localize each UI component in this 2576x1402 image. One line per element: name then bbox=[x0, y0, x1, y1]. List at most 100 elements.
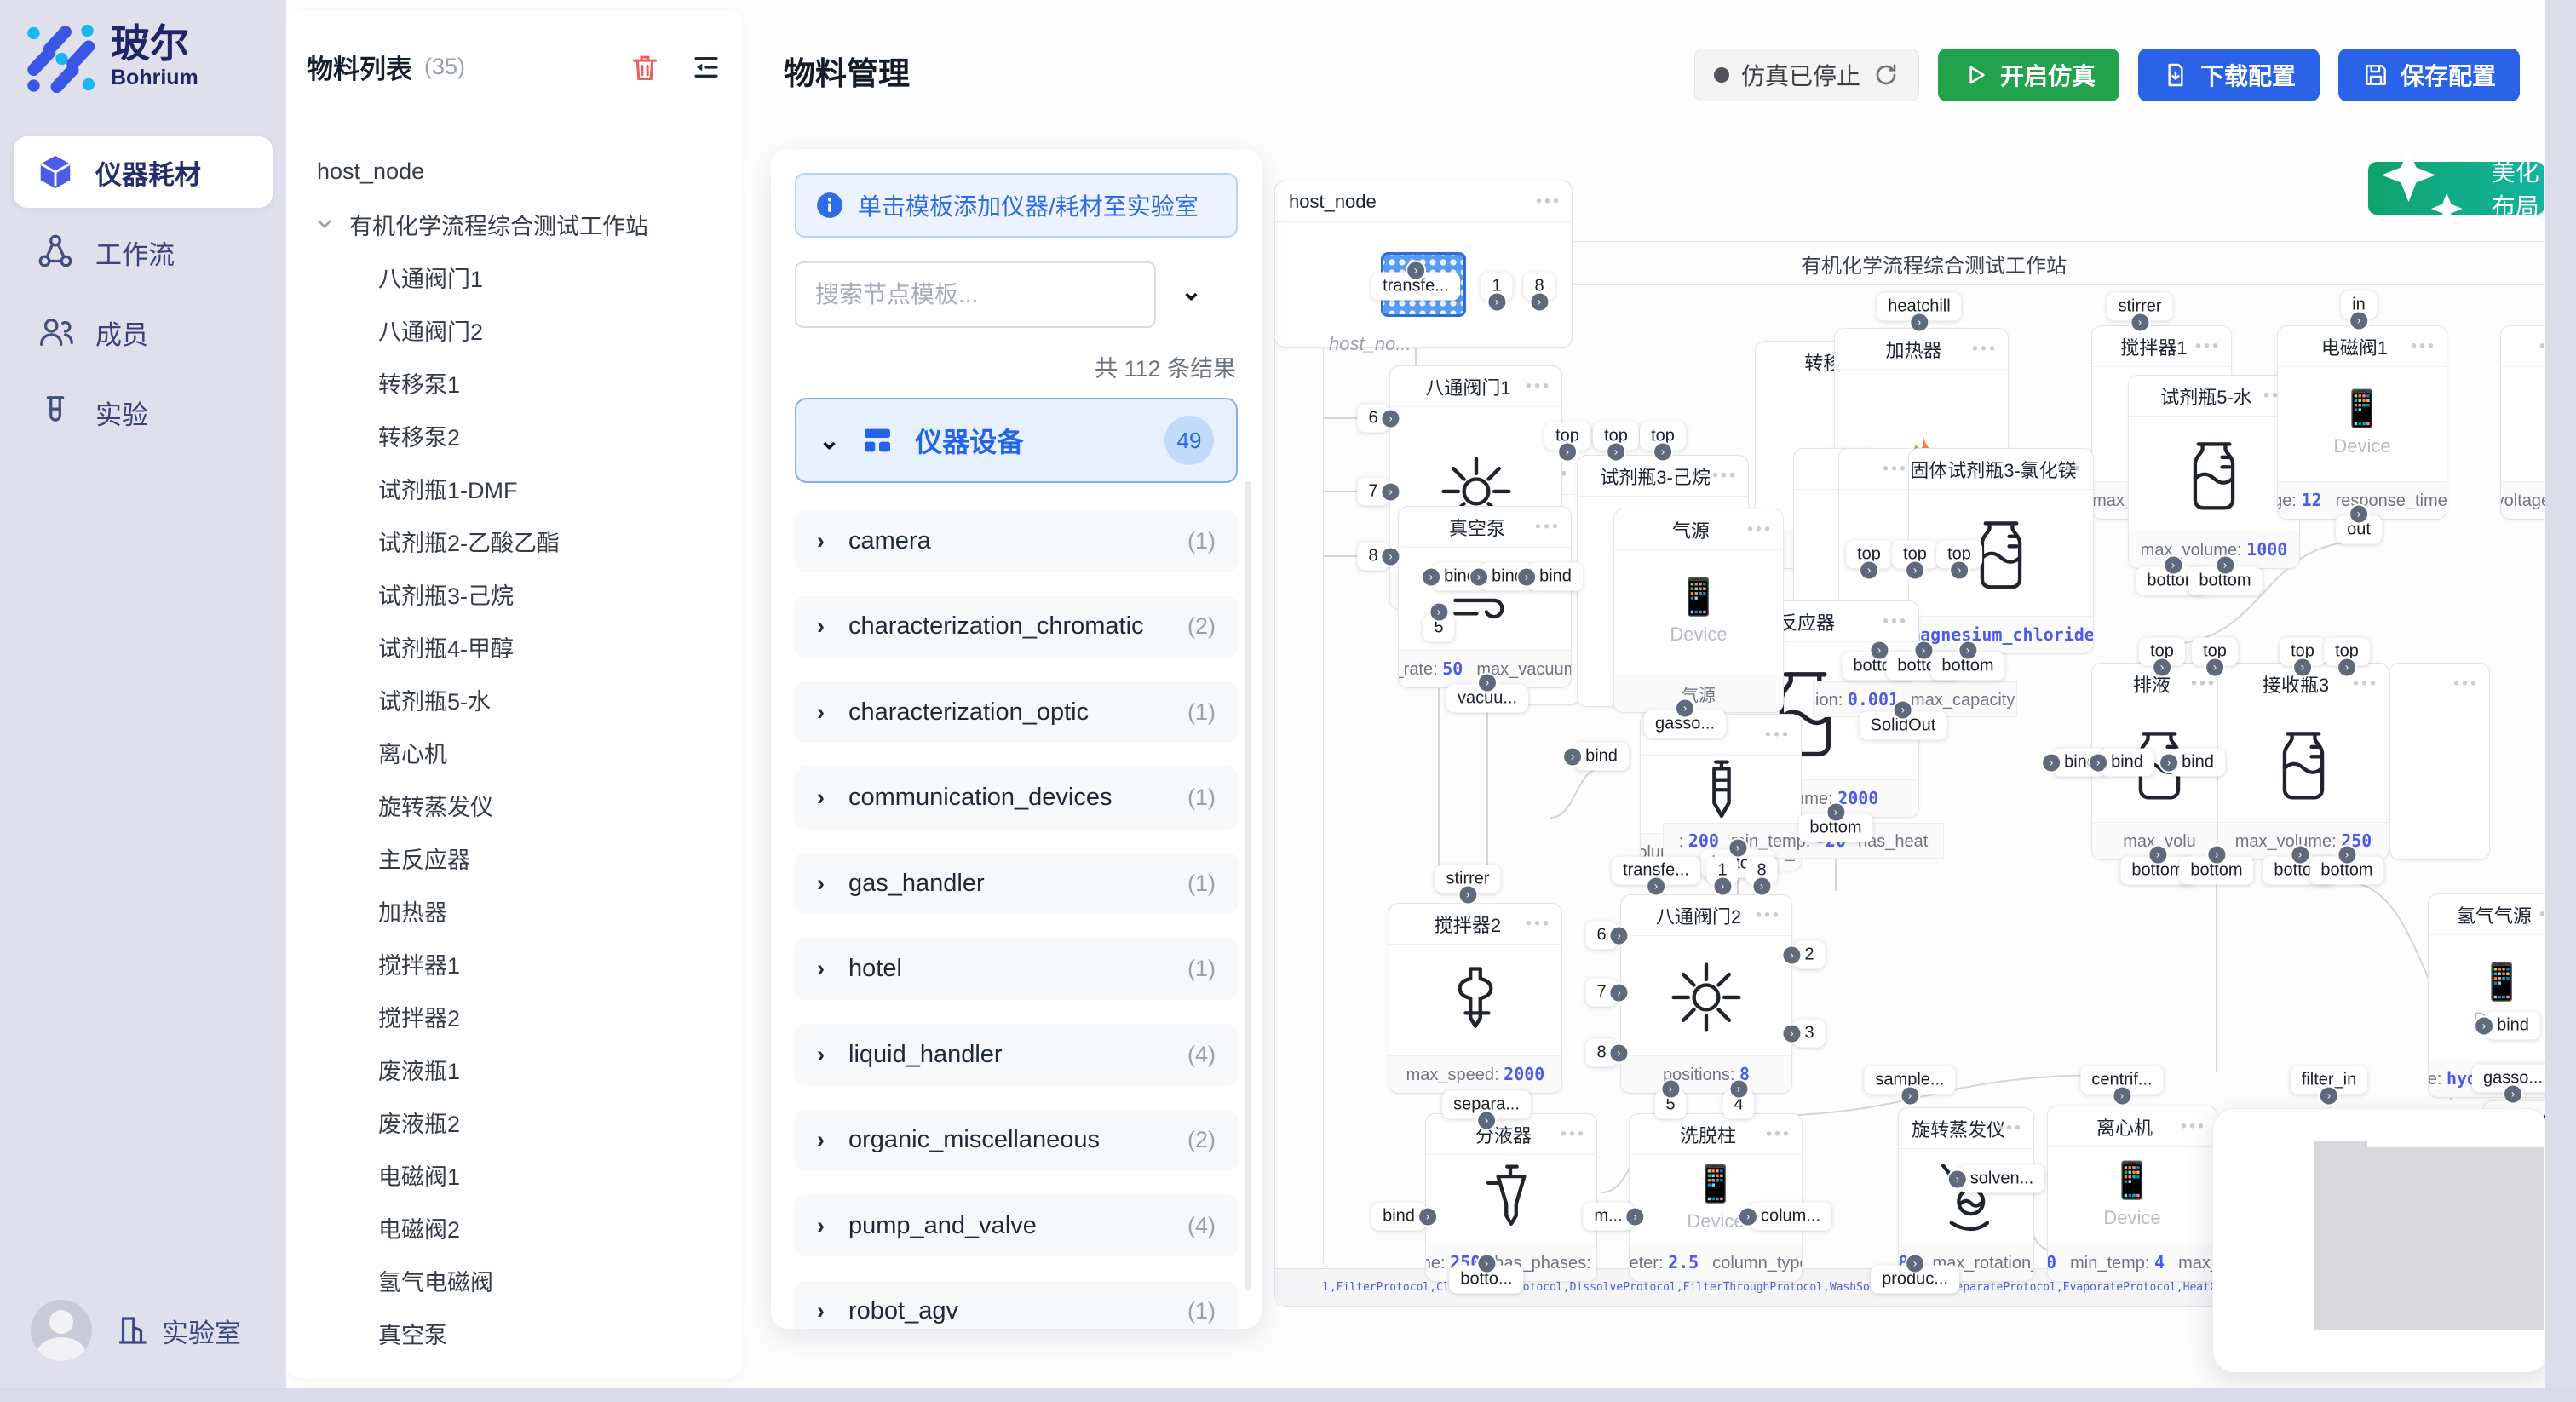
port-dot-icon[interactable]: › bbox=[1459, 887, 1476, 904]
tree-item[interactable]: 搅拌器1 bbox=[307, 937, 734, 990]
node-menu-icon[interactable]: ••• bbox=[1535, 517, 1561, 537]
template-category-camera[interactable]: › camera (1) bbox=[795, 510, 1238, 572]
node-menu-icon[interactable]: ••• bbox=[1747, 520, 1773, 539]
node-menu-icon[interactable]: ••• bbox=[2353, 674, 2378, 693]
tree-item[interactable]: 电磁阀2 bbox=[307, 1201, 734, 1254]
sidebar-item-0[interactable]: 仪器耗材 bbox=[14, 136, 273, 208]
port-dot-icon[interactable]: › bbox=[1430, 604, 1447, 621]
port-label-top[interactable]: top› bbox=[1892, 541, 1938, 569]
port-dot-icon[interactable]: › bbox=[1383, 548, 1400, 565]
port-dot-icon[interactable]: › bbox=[1949, 1170, 1966, 1187]
port-dot-icon[interactable]: › bbox=[1518, 568, 1535, 585]
port-label-bind[interactable]: bind› bbox=[2171, 749, 2225, 777]
tree-item[interactable]: 试剂瓶4-甲醇 bbox=[307, 620, 734, 673]
template-category-liquid_handler[interactable]: › liquid_handler (4) bbox=[795, 1024, 1238, 1085]
port-dot-icon[interactable]: › bbox=[1860, 562, 1877, 579]
port-dot-icon[interactable]: › bbox=[1714, 878, 1731, 895]
minimap[interactable] bbox=[2212, 1108, 2549, 1373]
port-dot-icon[interactable]: › bbox=[2291, 847, 2309, 864]
template-search-input[interactable] bbox=[795, 261, 1156, 328]
tree-root-host-node[interactable]: host_node bbox=[307, 145, 734, 198]
port-label-transfe...[interactable]: transfe...› bbox=[1612, 857, 1700, 885]
node-menu-icon[interactable]: ••• bbox=[1883, 459, 1908, 479]
node-menu-icon[interactable]: ••• bbox=[1766, 1124, 1791, 1144]
port-dot-icon[interactable]: › bbox=[1895, 702, 1912, 719]
port-label-out[interactable]: out› bbox=[2336, 516, 2382, 544]
port-label-SolidOut[interactable]: SolidOut› bbox=[1860, 712, 1947, 740]
port-dot-icon[interactable]: › bbox=[1676, 700, 1693, 717]
tree-item[interactable]: 废液瓶2 bbox=[307, 1095, 734, 1148]
port-dot-icon[interactable]: › bbox=[1729, 840, 1746, 857]
port-label-bottom[interactable]: bottom› bbox=[1798, 814, 1872, 842]
node-menu-icon[interactable]: ••• bbox=[1972, 339, 1998, 359]
port-label-1[interactable]: 1› bbox=[1481, 273, 1512, 301]
port-label-6[interactable]: 6› bbox=[1357, 405, 1389, 433]
tree-item[interactable]: 主反应器 bbox=[307, 831, 734, 884]
port-label-bottom[interactable]: bottom› bbox=[2309, 857, 2383, 885]
port-dot-icon[interactable]: › bbox=[2350, 313, 2367, 330]
port-label-solven...[interactable]: solven...› bbox=[1959, 1165, 2044, 1193]
port-label-5[interactable]: 5› bbox=[1654, 1091, 1686, 1119]
delete-icon[interactable] bbox=[629, 51, 661, 83]
port-label-top[interactable]: top› bbox=[1846, 541, 1892, 569]
port-label-botto...[interactable]: botto...› bbox=[1449, 1266, 1523, 1294]
canvas-node-八通阀门2[interactable]: 八通阀门2•••positions: 8 bbox=[1620, 894, 1792, 1094]
canvas-node-接收瓶3[interactable]: 接收瓶3•••max_volume: 250 bbox=[2217, 663, 2389, 860]
node-menu-icon[interactable]: ••• bbox=[1765, 725, 1791, 744]
collapse-panel-icon[interactable] bbox=[690, 51, 722, 83]
port-dot-icon[interactable]: › bbox=[1654, 444, 1671, 461]
port-dot-icon[interactable]: › bbox=[1783, 1025, 1800, 1042]
port-dot-icon[interactable]: › bbox=[1470, 568, 1487, 585]
port-dot-icon[interactable]: › bbox=[1915, 642, 1932, 659]
tree-item[interactable]: 八通阀门2 bbox=[307, 303, 734, 356]
start-simulation-button[interactable]: 开启仿真 bbox=[1938, 49, 2119, 101]
port-dot-icon[interactable]: › bbox=[2504, 1086, 2521, 1103]
port-dot-icon[interactable]: › bbox=[1827, 804, 1844, 821]
canvas-node-host_node[interactable]: host_node••• bbox=[1274, 181, 1573, 348]
port-dot-icon[interactable]: › bbox=[2338, 659, 2355, 676]
tree-item[interactable]: 试剂瓶1-DMF bbox=[307, 462, 734, 514]
chevron-down-icon[interactable] bbox=[313, 213, 336, 235]
port-label-bind[interactable]: bind› bbox=[1528, 563, 1583, 591]
sidebar-item-1[interactable]: 工作流 bbox=[14, 216, 273, 288]
port-label-separa...[interactable]: separa...› bbox=[1442, 1091, 1531, 1119]
node-menu-icon[interactable]: ••• bbox=[2195, 336, 2221, 356]
template-category-communication_devices[interactable]: › communication_devices (1) bbox=[795, 767, 1238, 829]
template-category-characterization_optic[interactable]: › characterization_optic (1) bbox=[795, 681, 1238, 743]
port-label-8[interactable]: 8› bbox=[1745, 857, 1777, 885]
node-menu-icon[interactable]: ••• bbox=[2191, 674, 2217, 693]
canvas-node-电磁阀1[interactable]: 电磁阀1•••📱Devicevoltage: 12response_time: … bbox=[2277, 325, 2447, 520]
port-label-bind[interactable]: bind› bbox=[2100, 749, 2154, 777]
canvas-node-气源[interactable]: 气源•••📱Device气源 bbox=[1613, 509, 1784, 713]
port-dot-icon[interactable]: › bbox=[1531, 294, 1548, 311]
port-dot-icon[interactable]: › bbox=[2475, 1017, 2493, 1034]
template-category-gas_handler[interactable]: › gas_handler (1) bbox=[795, 853, 1238, 914]
port-dot-icon[interactable]: › bbox=[1911, 314, 1928, 331]
tree-item[interactable]: 加热器 bbox=[307, 884, 734, 937]
tree-item[interactable]: 旋转蒸发仪 bbox=[307, 779, 734, 831]
node-menu-icon[interactable]: ••• bbox=[1526, 376, 1551, 396]
port-dot-icon[interactable]: › bbox=[2043, 754, 2060, 771]
lab-switcher[interactable]: 实验室 bbox=[114, 1312, 241, 1350]
port-dot-icon[interactable]: › bbox=[1906, 1255, 1923, 1273]
node-menu-icon[interactable]: ••• bbox=[2181, 1117, 2206, 1136]
canvas-node-试剂瓶5-水[interactable]: 试剂瓶5-水•••max_volume: 1000 bbox=[2128, 375, 2300, 569]
port-label-bind[interactable]: bind› bbox=[1371, 1203, 1426, 1231]
port-label-gasso...[interactable]: gasso...› bbox=[2472, 1065, 2554, 1093]
port-dot-icon[interactable]: › bbox=[1662, 1081, 1679, 1098]
download-config-button[interactable]: 下载配置 bbox=[2138, 49, 2320, 101]
port-dot-icon[interactable]: › bbox=[1423, 568, 1440, 585]
node-menu-icon[interactable]: ••• bbox=[1536, 192, 1561, 211]
port-dot-icon[interactable]: › bbox=[1871, 642, 1888, 659]
port-dot-icon[interactable]: › bbox=[1753, 878, 1770, 895]
port-label-centrif...[interactable]: centrif...› bbox=[2080, 1066, 2163, 1095]
beautify-layout-button[interactable]: 美化布局 bbox=[2368, 162, 2544, 215]
tree-item[interactable]: 电磁阀1 bbox=[307, 1148, 734, 1201]
port-label-5[interactable]: 5› bbox=[1423, 614, 1454, 642]
port-label-sample...[interactable]: sample...› bbox=[1864, 1066, 1955, 1095]
template-category-pump_and_valve[interactable]: › pump_and_valve (4) bbox=[795, 1195, 1238, 1256]
port-label-6[interactable]: 6› bbox=[1585, 922, 1617, 950]
port-label-bottom[interactable]: bottom› bbox=[1930, 652, 2004, 681]
port-label-top[interactable]: top› bbox=[2280, 638, 2326, 666]
port-dot-icon[interactable]: › bbox=[2153, 659, 2171, 676]
